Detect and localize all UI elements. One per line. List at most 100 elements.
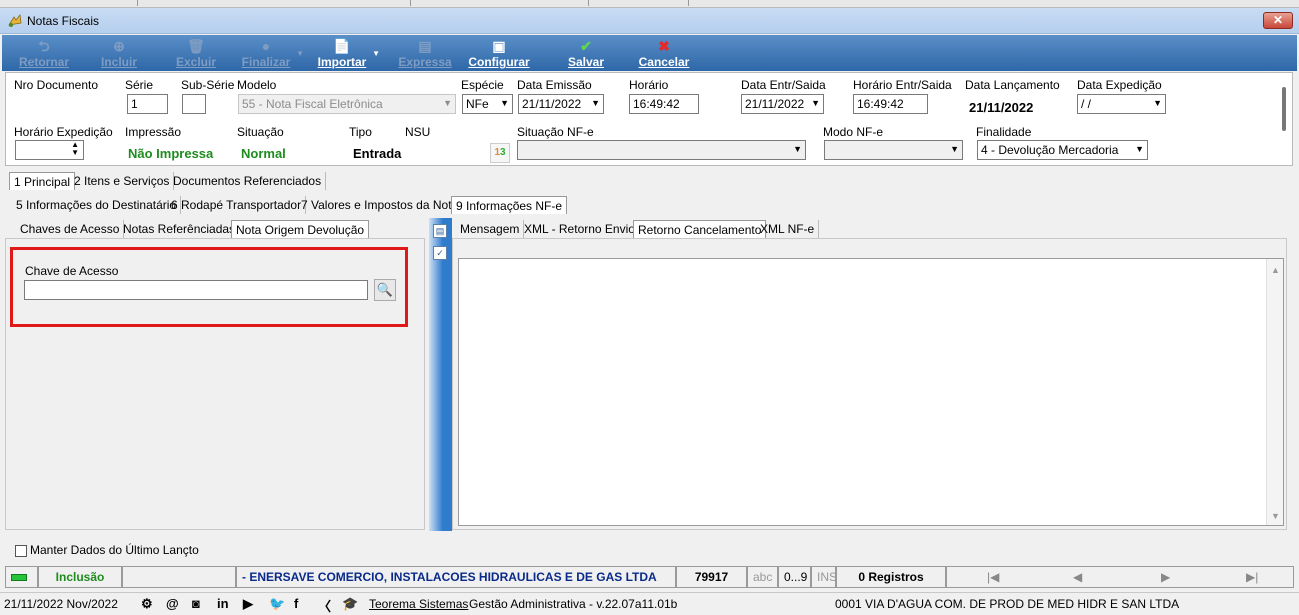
- check-icon: ✔: [580, 38, 592, 54]
- cancelar-button[interactable]: ✖ Cancelar: [636, 35, 692, 71]
- nav-next-icon[interactable]: ▶: [1161, 570, 1170, 584]
- close-button[interactable]: ✕: [1263, 12, 1293, 29]
- chevron-down-icon[interactable]: ▼: [372, 49, 380, 58]
- finalize-icon: ●: [261, 38, 271, 54]
- tab-retorno-cancelamento[interactable]: Retorno Cancelamento: [633, 220, 767, 238]
- facebook-icon[interactable]: f: [294, 596, 298, 611]
- app-icon: [8, 14, 22, 27]
- footer-version: Gestão Administrativa - v.22.07a11.01b: [469, 597, 678, 611]
- memo-scrollbar[interactable]: ▲ ▼: [1266, 259, 1283, 525]
- status-code: 79917: [676, 566, 747, 588]
- header-panel: Nro Documento Série 1 Sub-Série Modelo 5…: [5, 72, 1293, 166]
- clipboard-icon[interactable]: ✓: [433, 246, 447, 260]
- nav-last-icon[interactable]: ▶|: [1246, 570, 1258, 584]
- sub-tabs: 5 Informações do Destinatário 6 Rodapé T…: [12, 196, 1292, 215]
- tab-principal[interactable]: 1 Principal: [9, 172, 76, 190]
- scroll-down-icon[interactable]: ▼: [1271, 511, 1280, 521]
- finalidade-select[interactable]: 4 - Devolução Mercadoria ▼: [977, 140, 1148, 160]
- modo-nfe-select[interactable]: ▼: [824, 140, 963, 160]
- modelo-select[interactable]: 55 - Nota Fiscal Eletrônica ▼: [238, 94, 456, 114]
- tab-valores-impostos[interactable]: 7 Valores e Impostos da Nota: [297, 196, 464, 214]
- tipo-label: Tipo: [349, 125, 372, 139]
- status-bar: Inclusão - ENERSAVE COMERCIO, INSTALACOE…: [5, 566, 1294, 589]
- spin-icon[interactable]: ▲ ▼: [71, 141, 79, 157]
- right-tabs: Mensagem XML - Retorno Envio Retorno Can…: [456, 220, 1286, 239]
- importar-button[interactable]: 📄 Importar ▼: [312, 35, 380, 71]
- chevron-down-icon: ▼: [591, 98, 600, 108]
- modo-nfe-label: Modo NF-e: [823, 125, 884, 139]
- tab-xml-nfe[interactable]: XML NF-e: [756, 220, 820, 238]
- retorno-cancelamento-memo[interactable]: ▲ ▼: [458, 258, 1284, 526]
- nfe-status-icon[interactable]: 13: [490, 143, 510, 163]
- retornar-label: Retornar: [18, 55, 69, 69]
- tab-chaves-acesso[interactable]: Chaves de Acesso: [16, 220, 125, 238]
- data-expedicao-value: / /: [1081, 97, 1092, 111]
- chevron-down-icon: ▼: [793, 144, 802, 154]
- window-title: Notas Fiscais: [27, 14, 100, 28]
- graduation-icon[interactable]: 🎓: [342, 596, 358, 612]
- retornar-button[interactable]: ⮌ Retornar: [14, 35, 74, 71]
- situacao-nfe-select[interactable]: ▼: [517, 140, 806, 160]
- data-entr-saida-field[interactable]: 21/11/2022 ▼: [741, 94, 824, 114]
- serie-field[interactable]: 1: [127, 94, 168, 114]
- data-expedicao-field[interactable]: / / ▼: [1077, 94, 1166, 114]
- finalidade-value: 4 - Devolução Mercadoria: [981, 143, 1119, 157]
- configurar-button[interactable]: ▣ Configurar: [466, 35, 532, 71]
- youtube-icon[interactable]: ▶: [243, 596, 253, 612]
- tab-rodape-transportador[interactable]: 6 Rodapé Transportador: [167, 196, 307, 214]
- data-entr-saida-label: Data Entr/Saida: [741, 78, 826, 92]
- document-icon[interactable]: ▤: [433, 224, 447, 238]
- incluir-button[interactable]: ⊕ Incluir: [94, 35, 144, 71]
- horario-entr-saida-field[interactable]: 16:49:42: [853, 94, 928, 114]
- teorema-link[interactable]: Teorema Sistemas: [369, 597, 468, 611]
- chevron-down-icon[interactable]: ▼: [296, 49, 304, 58]
- tab-xml-retorno-envio[interactable]: XML - Retorno Envio: [520, 220, 640, 238]
- tab-informacoes-nfe[interactable]: 9 Informações NF-e: [451, 196, 568, 214]
- horario-field[interactable]: 16:49:42: [629, 94, 699, 114]
- nav-prev-icon[interactable]: ◀: [1073, 570, 1082, 584]
- status-indicator: [5, 566, 38, 588]
- modelo-label: Modelo: [237, 78, 277, 92]
- horario-expedicao-field[interactable]: ▲ ▼: [15, 140, 84, 160]
- manter-dados-checkbox[interactable]: Manter Dados do Último Lançto: [15, 543, 199, 557]
- horario-expedicao-label: Horário Expedição: [14, 125, 113, 139]
- instagram-icon[interactable]: ◙: [192, 596, 200, 611]
- tab-destinatario[interactable]: 5 Informações do Destinatário: [12, 196, 182, 214]
- express-icon: ▤: [418, 38, 432, 54]
- tab-documentos-referenciados[interactable]: Documentos Referenciados: [169, 172, 327, 190]
- nav-first-icon[interactable]: |◀: [987, 570, 999, 584]
- configurar-label: Configurar: [468, 55, 530, 69]
- expressa-label: Expressa: [398, 55, 452, 69]
- salvar-label: Salvar: [567, 55, 605, 69]
- data-emissao-field[interactable]: 21/11/2022 ▼: [518, 94, 604, 114]
- status-ins: INS: [811, 566, 837, 588]
- at-icon[interactable]: @: [166, 596, 179, 611]
- left-tabs: Chaves de Acesso Notas Referênciadas Not…: [16, 220, 426, 239]
- manter-dados-label: Manter Dados do Último Lançto: [30, 543, 199, 557]
- tab-notas-referenciadas[interactable]: Notas Referênciadas: [119, 220, 241, 238]
- finalizar-button[interactable]: ● Finalizar ▼: [236, 35, 304, 71]
- scroll-up-icon[interactable]: ▲: [1271, 265, 1280, 275]
- checkbox-box[interactable]: [15, 544, 27, 557]
- incluir-label: Incluir: [100, 55, 137, 69]
- wave-icon[interactable]: 〈: [318, 596, 331, 615]
- situacao-nfe-label: Situação NF-e: [517, 125, 594, 139]
- chevron-down-icon: ▼: [811, 98, 820, 108]
- data-expedicao-label: Data Expedição: [1077, 78, 1162, 92]
- support-icon[interactable]: ⚙: [141, 596, 153, 612]
- salvar-button[interactable]: ✔ Salvar: [564, 35, 608, 71]
- especie-select[interactable]: NFe ▼: [462, 94, 513, 114]
- data-emissao-value: 21/11/2022: [522, 97, 582, 111]
- tab-mensagem[interactable]: Mensagem: [456, 220, 525, 238]
- header-scrollbar[interactable]: [1282, 87, 1286, 131]
- expressa-button[interactable]: ▤ Expressa: [397, 35, 453, 71]
- importar-label: Importar: [317, 55, 367, 69]
- tab-nota-origem-devolucao[interactable]: Nota Origem Devolução: [231, 220, 370, 238]
- chevron-down-icon: ▼: [950, 144, 959, 154]
- twitter-icon[interactable]: 🐦: [269, 596, 285, 612]
- tab-itens-servicos[interactable]: 2 Itens e Serviços: [70, 172, 175, 190]
- linkedin-icon[interactable]: in: [217, 596, 229, 611]
- data-emissao-label: Data Emissão: [517, 78, 592, 92]
- subserie-field[interactable]: [182, 94, 206, 114]
- excluir-button[interactable]: 🗑 Excluir: [170, 35, 222, 71]
